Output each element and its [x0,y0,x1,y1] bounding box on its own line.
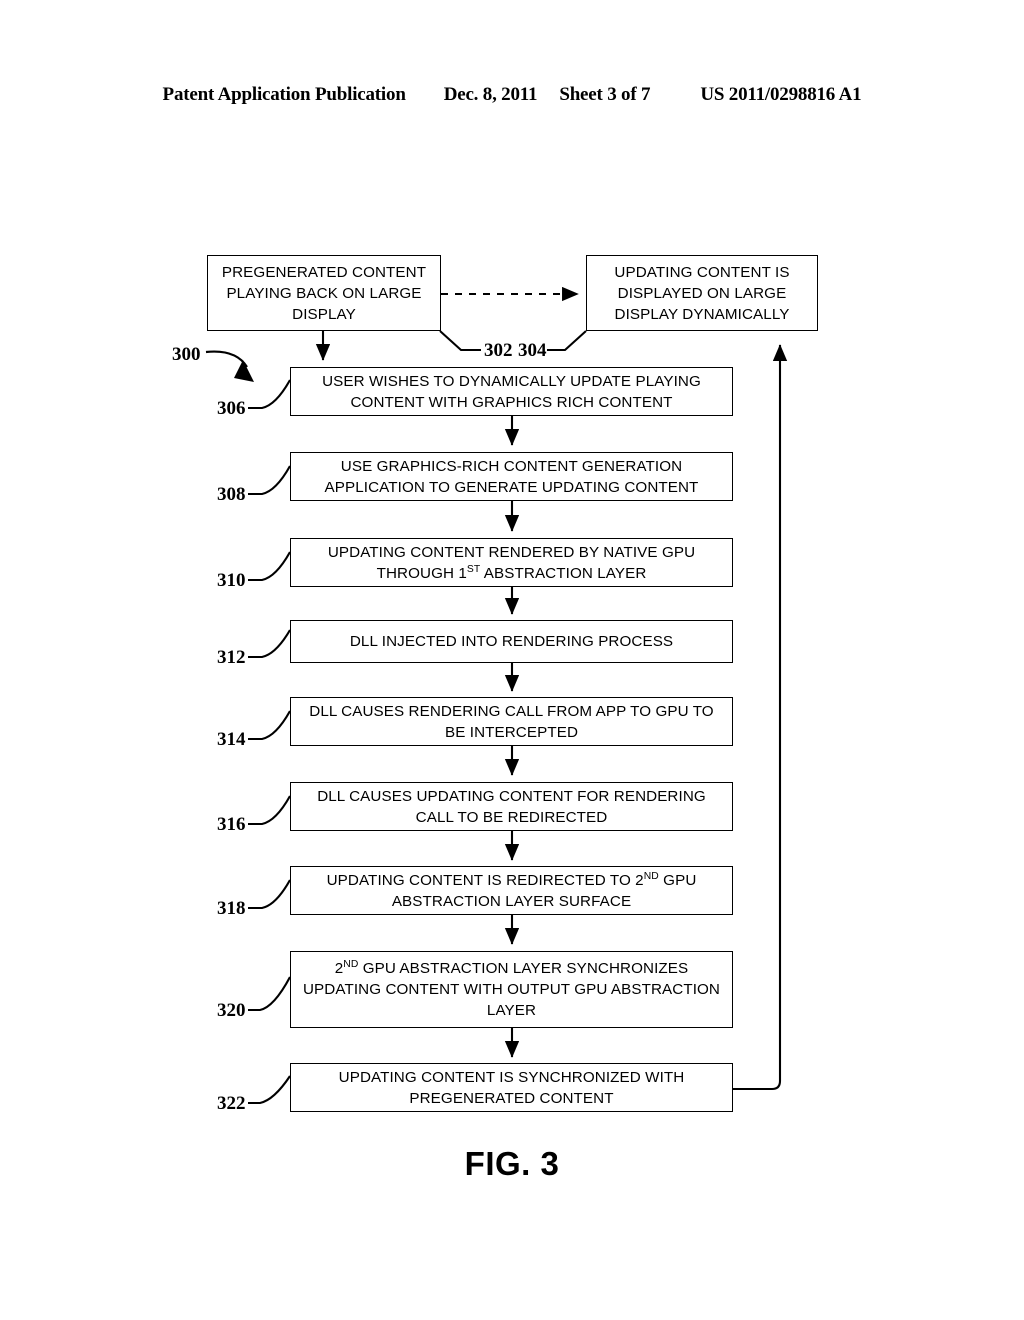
pregenerated-content-label: PREGENERATED CONTENT PLAYING BACK ON LAR… [221,263,427,323]
leader-302 [439,330,481,352]
leader-316 [248,795,291,826]
content-synchronized-box[interactable]: UPDATING CONTENT IS SYNCHRONIZED WITH PR… [290,1063,733,1112]
figure-caption: FIG. 3 [464,1145,560,1182]
leader-306 [248,379,291,410]
2nd-gpu-synchronizes-box[interactable]: 2ND GPU ABSTRACTION LAYER SYNCHRONIZES U… [290,951,733,1028]
ref-numeral-316: 316 [217,814,246,835]
feedback-arrow-322-to-304 [733,344,788,1091]
pregenerated-content-box[interactable]: PREGENERATED CONTENT PLAYING BACK ON LAR… [207,255,441,331]
dll-injected-label: DLL INJECTED INTO RENDERING PROCESS [349,633,674,650]
dll-intercepts-call-box[interactable]: DLL CAUSES RENDERING CALL FROM APP TO GP… [290,697,733,746]
leader-318 [248,879,291,910]
updating-content-displayed-label: UPDATING CONTENT IS DISPLAYED ON LARGE D… [614,263,790,323]
ref-numeral-314: 314 [217,729,246,750]
dll-injected-box[interactable]: DLL INJECTED INTO RENDERING PROCESS [290,620,733,663]
user-wishes-update-label: USER WISHES TO DYNAMICALLY UPDATE PLAYIN… [322,372,701,411]
redirected-to-2nd-gpu-surface-label: UPDATING CONTENT IS REDIRECTED TO 2ND GP… [326,870,697,910]
ref-numeral-308: 308 [217,484,246,505]
user-wishes-update-box[interactable]: USER WISHES TO DYNAMICALLY UPDATE PLAYIN… [290,367,733,416]
leader-308 [248,465,291,496]
leader-310 [248,551,291,582]
updating-content-displayed-box[interactable]: UPDATING CONTENT IS DISPLAYED ON LARGE D… [586,255,818,331]
ref-numeral-322: 322 [217,1093,246,1114]
leader-304 [547,330,587,352]
2nd-gpu-synchronizes-label: 2ND GPU ABSTRACTION LAYER SYNCHRONIZES U… [302,958,720,1019]
use-graphics-rich-application-label: USE GRAPHICS-RICH CONTENT GENERATION APP… [324,457,699,496]
leader-322 [248,1075,291,1105]
leader-312 [248,629,291,659]
dll-redirects-content-label: DLL CAUSES UPDATING CONTENT FOR RENDERIN… [317,787,706,826]
ref-numeral-320: 320 [217,1000,246,1021]
rendered-by-native-gpu-label: UPDATING CONTENT RENDERED BY NATIVE GPU … [327,543,696,582]
dll-redirects-content-box[interactable]: DLL CAUSES UPDATING CONTENT FOR RENDERIN… [290,782,733,831]
ref-numeral-306: 306 [217,398,246,419]
rendered-by-native-gpu-box[interactable]: UPDATING CONTENT RENDERED BY NATIVE GPU … [290,538,733,587]
ref-numeral-310: 310 [217,570,246,591]
redirected-to-2nd-gpu-surface-box[interactable]: UPDATING CONTENT IS REDIRECTED TO 2ND GP… [290,866,733,915]
ref-numeral-304: 304 [518,340,547,361]
content-synchronized-label: UPDATING CONTENT IS SYNCHRONIZED WITH PR… [338,1068,685,1107]
leader-314 [248,710,291,741]
diagram-ref-leader-300 [205,350,254,382]
dll-intercepts-call-label: DLL CAUSES RENDERING CALL FROM APP TO GP… [309,702,714,741]
ref-numeral-318: 318 [217,898,246,919]
ref-numeral-312: 312 [217,647,246,668]
leader-320 [248,976,291,1012]
use-graphics-rich-application-box[interactable]: USE GRAPHICS-RICH CONTENT GENERATION APP… [290,452,733,501]
ref-numeral-302: 302 [484,340,513,361]
ref-numeral-300: 300 [172,344,201,365]
